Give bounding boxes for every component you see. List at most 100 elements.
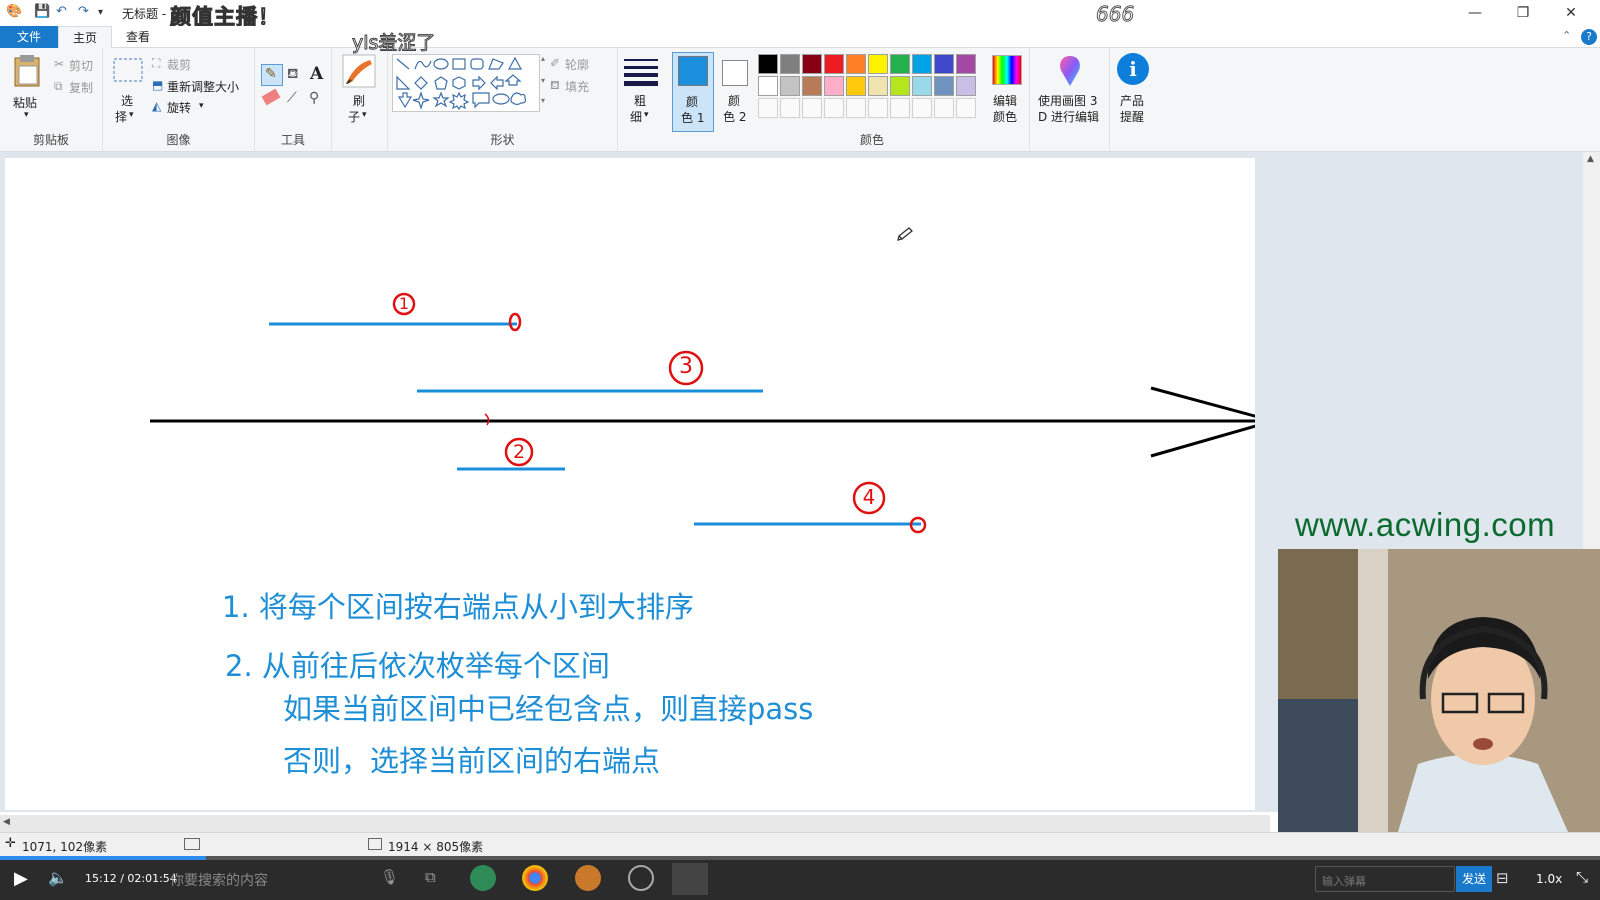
- copy-icon[interactable]: ⧉: [54, 79, 63, 94]
- edit-colors-button[interactable]: 编辑: [993, 92, 1017, 109]
- size-button-line2[interactable]: 细: [630, 108, 642, 125]
- restore-button[interactable]: ❐: [1500, 2, 1546, 24]
- rotate-icon[interactable]: ◭: [152, 99, 161, 113]
- color-swatch[interactable]: [934, 76, 954, 96]
- danmaku-input[interactable]: 输入弹幕: [1315, 866, 1455, 892]
- paste-icon[interactable]: [12, 54, 42, 88]
- eraser-icon[interactable]: [261, 88, 281, 106]
- custom-color-slot[interactable]: [824, 98, 844, 118]
- custom-color-slot[interactable]: [758, 98, 778, 118]
- info-icon[interactable]: i: [1117, 53, 1149, 85]
- color-swatch[interactable]: [780, 76, 800, 96]
- color-swatch[interactable]: [956, 76, 976, 96]
- search-placeholder[interactable]: 你要搜索的内容: [170, 870, 268, 890]
- crop-icon[interactable]: ⛶: [152, 56, 160, 71]
- custom-color-slot[interactable]: [802, 98, 822, 118]
- crop-button[interactable]: 裁剪: [167, 56, 191, 73]
- cut-icon[interactable]: ✂: [54, 57, 64, 71]
- danmaku-toggle-icon[interactable]: ⊟: [1496, 869, 1509, 887]
- select-button-line2[interactable]: 择: [115, 108, 127, 125]
- undo-icon[interactable]: ↶: [56, 4, 67, 19]
- brush-icon[interactable]: [342, 54, 376, 88]
- select-icon[interactable]: [113, 58, 143, 82]
- save-icon[interactable]: 💾: [34, 4, 50, 19]
- color-swatch[interactable]: [780, 54, 800, 74]
- color-swatch[interactable]: [890, 76, 910, 96]
- fill-bucket-icon[interactable]: ⛾: [287, 66, 298, 84]
- color2-swatch[interactable]: [722, 60, 748, 86]
- quick-access-dropdown-icon[interactable]: ▾: [98, 7, 103, 18]
- size-icon[interactable]: [624, 58, 658, 86]
- resize-icon[interactable]: ⬒: [152, 78, 163, 92]
- color-swatch[interactable]: [802, 76, 822, 96]
- color-swatch[interactable]: [868, 76, 888, 96]
- scroll-left-icon[interactable]: ◀: [3, 817, 10, 827]
- custom-color-slot[interactable]: [890, 98, 910, 118]
- paint3d-button-line2[interactable]: D 进行编辑: [1038, 108, 1099, 125]
- size-dropdown-icon[interactable]: ▾: [644, 110, 649, 120]
- brush-button[interactable]: 刷: [353, 92, 365, 109]
- size-button[interactable]: 粗: [634, 92, 646, 109]
- color-swatch[interactable]: [912, 76, 932, 96]
- custom-color-slot[interactable]: [934, 98, 954, 118]
- brush-dropdown-icon[interactable]: ▾: [362, 110, 367, 120]
- horizontal-scrollbar[interactable]: ◀: [0, 815, 1270, 832]
- outline-button[interactable]: 轮廓: [565, 56, 589, 73]
- drawing-canvas[interactable]: 1 3 2 4 1. 将每个区间按右端点从小到大排序 2. 从前往后依次枚举每个…: [5, 158, 1255, 810]
- obs-icon[interactable]: [628, 865, 654, 891]
- color1-swatch[interactable]: [678, 56, 708, 86]
- copy-button[interactable]: 复制: [69, 79, 93, 96]
- color-swatch[interactable]: [802, 54, 822, 74]
- custom-color-slot[interactable]: [780, 98, 800, 118]
- color-swatch[interactable]: [912, 54, 932, 74]
- shapes-scroll-down-icon[interactable]: ▾: [541, 76, 545, 85]
- taskbar-app-icon-1[interactable]: [470, 865, 496, 891]
- rotate-dropdown-icon[interactable]: ▾: [199, 101, 204, 111]
- send-button[interactable]: 发送: [1456, 866, 1492, 892]
- color-swatch[interactable]: [956, 54, 976, 74]
- color1-button[interactable]: 颜 色 1: [672, 52, 714, 132]
- paint-taskbar-icon[interactable]: [672, 863, 708, 895]
- paste-button[interactable]: 粘贴: [13, 94, 37, 111]
- chrome-icon[interactable]: [522, 865, 548, 891]
- brush-button-line2[interactable]: 子: [348, 108, 360, 125]
- color-swatch[interactable]: [868, 54, 888, 74]
- taskbar-app-icon-3[interactable]: [575, 865, 601, 891]
- shapes-gallery[interactable]: [392, 54, 540, 112]
- edit-colors-icon[interactable]: [992, 55, 1022, 85]
- paste-dropdown-icon[interactable]: ▾: [24, 110, 29, 120]
- custom-color-slot[interactable]: [956, 98, 976, 118]
- fill-icon[interactable]: ⛾: [550, 78, 560, 94]
- paint3d-icon[interactable]: [1056, 54, 1084, 88]
- rotate-button[interactable]: 旋转: [167, 99, 191, 116]
- playback-speed[interactable]: 1.0x: [1536, 872, 1562, 886]
- color-swatch[interactable]: [846, 76, 866, 96]
- color-swatch[interactable]: [824, 76, 844, 96]
- product-alert-button[interactable]: 产品: [1120, 92, 1144, 109]
- product-alert-button-line2[interactable]: 提醒: [1120, 108, 1144, 125]
- minimize-button[interactable]: —: [1452, 2, 1498, 24]
- cut-button[interactable]: 剪切: [69, 57, 93, 74]
- fill-button[interactable]: 填充: [565, 78, 589, 95]
- microphone-icon[interactable]: 🎙: [380, 868, 399, 886]
- select-dropdown-icon[interactable]: ▾: [129, 110, 134, 120]
- shapes-expand-icon[interactable]: ▾: [541, 96, 545, 105]
- redo-icon[interactable]: ↷: [78, 4, 89, 19]
- fullscreen-icon[interactable]: ⤡: [1576, 868, 1588, 886]
- color-swatch[interactable]: [934, 54, 954, 74]
- play-icon[interactable]: ▶: [14, 868, 28, 889]
- tab-file[interactable]: 文件: [0, 26, 58, 48]
- close-button[interactable]: ✕: [1548, 2, 1594, 24]
- volume-icon[interactable]: 🔈: [48, 868, 68, 887]
- help-icon[interactable]: ?: [1581, 29, 1597, 45]
- custom-color-slot[interactable]: [846, 98, 866, 118]
- edit-colors-button-line2[interactable]: 颜色: [993, 108, 1017, 125]
- scroll-up-icon[interactable]: ▲: [1587, 154, 1594, 164]
- taskview-icon[interactable]: ⧉: [425, 868, 436, 886]
- paint3d-button[interactable]: 使用画图 3: [1038, 92, 1097, 109]
- pencil-icon[interactable]: ✎: [265, 66, 277, 82]
- color2-button[interactable]: 颜 色 2: [714, 48, 754, 152]
- custom-color-slot[interactable]: [868, 98, 888, 118]
- color-swatch[interactable]: [846, 54, 866, 74]
- video-progress-bar[interactable]: [0, 856, 1600, 860]
